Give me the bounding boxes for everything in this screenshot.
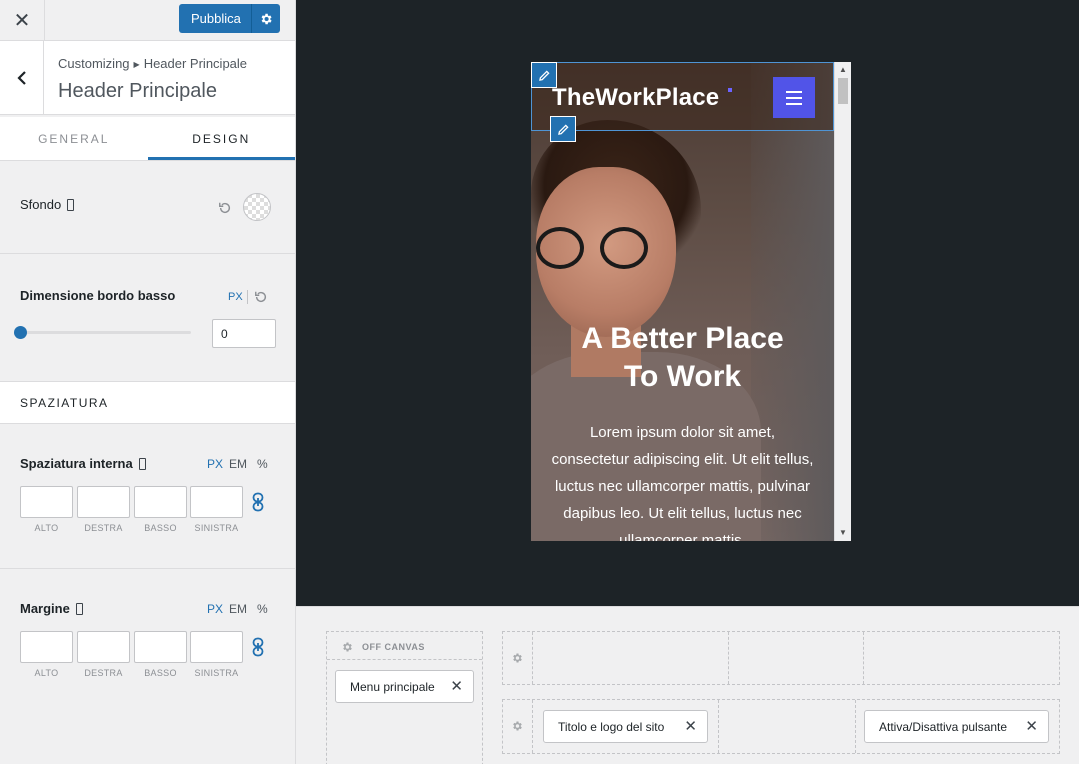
customizer-panel: ✕ Pubblica Customizing ▶ Header Principale… bbox=[0, 0, 296, 764]
remove-item-close-icon[interactable]: ✕ bbox=[450, 679, 463, 694]
padding-right-label: DESTRA bbox=[84, 523, 123, 533]
margin-unit-percent[interactable]: % bbox=[257, 602, 268, 616]
margin-unit-px[interactable]: PX bbox=[207, 602, 223, 616]
breadcrumb: Customizing ▶ Header Principale bbox=[58, 56, 247, 71]
border-slider-track[interactable] bbox=[20, 331, 191, 334]
margin-unit-em[interactable]: EM bbox=[229, 602, 247, 616]
hero-paragraph: Lorem ipsum dolor sit amet, consectetur … bbox=[551, 424, 814, 541]
edit-header-button[interactable] bbox=[531, 62, 557, 88]
preview-scrollbar[interactable]: ▲ ▼ bbox=[834, 62, 851, 541]
section-title: Header Principale bbox=[58, 80, 217, 102]
margin-right-label: DESTRA bbox=[84, 668, 123, 678]
mobile-device-icon[interactable] bbox=[67, 199, 75, 211]
builder-item-site-title-logo[interactable]: Titolo e logo del sito ✕ bbox=[543, 710, 708, 743]
padding-unit-px[interactable]: PX bbox=[207, 457, 223, 471]
close-customizer-button[interactable]: ✕ bbox=[0, 0, 45, 40]
padding-bottom-label: BASSO bbox=[144, 523, 177, 533]
builder-top-row bbox=[502, 631, 1060, 685]
margin-bottom-label: BASSO bbox=[144, 668, 177, 678]
publish-settings-button[interactable] bbox=[252, 12, 280, 26]
close-icon: ✕ bbox=[13, 9, 31, 32]
margin-top-input[interactable] bbox=[20, 631, 73, 663]
padding-top-label: ALTO bbox=[34, 523, 59, 533]
border-slider-handle[interactable] bbox=[14, 326, 27, 339]
mobile-device-icon[interactable] bbox=[138, 458, 146, 470]
offcanvas-settings-gear-icon[interactable] bbox=[341, 641, 353, 653]
padding-unit-em[interactable]: EM bbox=[229, 457, 247, 471]
margin-bottom-input[interactable] bbox=[134, 631, 187, 663]
link-values-icon[interactable] bbox=[252, 637, 264, 657]
main-row-settings-gear-icon[interactable] bbox=[511, 720, 523, 732]
scroll-down-icon[interactable]: ▼ bbox=[839, 528, 847, 537]
tab-general[interactable]: GENERAL bbox=[0, 117, 148, 160]
gear-icon bbox=[261, 13, 272, 24]
breadcrumb-current: Header Principale bbox=[143, 56, 248, 71]
edit-logo-button[interactable] bbox=[550, 116, 576, 142]
reset-icon[interactable] bbox=[218, 201, 232, 215]
spacing-section-title: SPAZIATURA bbox=[20, 396, 109, 410]
scroll-up-icon[interactable]: ▲ bbox=[839, 65, 847, 74]
pencil-icon bbox=[538, 69, 550, 81]
reset-icon[interactable] bbox=[254, 290, 268, 304]
margin-left-input[interactable] bbox=[190, 631, 243, 663]
margin-right-input[interactable] bbox=[77, 631, 130, 663]
site-logo[interactable]: TheWorkPlace bbox=[552, 84, 719, 112]
padding-left-input[interactable] bbox=[190, 486, 243, 518]
link-values-icon[interactable] bbox=[252, 492, 264, 512]
remove-item-close-icon[interactable]: ✕ bbox=[684, 719, 697, 734]
panel-tabs: GENERAL DESIGN bbox=[0, 117, 295, 161]
margin-control-label: Margine bbox=[20, 601, 83, 616]
padding-top-input[interactable] bbox=[20, 486, 73, 518]
mobile-device-icon[interactable] bbox=[75, 603, 83, 615]
background-control-label: Sfondo bbox=[20, 197, 75, 212]
section-titlebar: Customizing ▶ Header Principale Header Pri… bbox=[0, 41, 295, 115]
breadcrumb-root: Customizing bbox=[58, 56, 130, 71]
chevron-left-icon bbox=[16, 70, 26, 85]
padding-control-label: Spaziatura interna bbox=[20, 456, 146, 471]
pencil-icon bbox=[557, 123, 569, 135]
padding-left-label: SINISTRA bbox=[194, 523, 239, 533]
padding-bottom-input[interactable] bbox=[134, 486, 187, 518]
hero-heading: A Better Place To Work bbox=[581, 322, 784, 393]
builder-item-menu-principale[interactable]: Menu principale ✕ bbox=[335, 670, 474, 703]
menu-toggle-button[interactable] bbox=[773, 77, 815, 118]
border-unit-px[interactable]: PX bbox=[228, 291, 243, 303]
builder-item-toggle-button[interactable]: Attiva/Disattiva pulsante ✕ bbox=[864, 710, 1049, 743]
padding-right-input[interactable] bbox=[77, 486, 130, 518]
top-row-settings-gear-icon[interactable] bbox=[511, 652, 523, 664]
padding-unit-percent[interactable]: % bbox=[257, 457, 268, 471]
background-color-swatch[interactable] bbox=[243, 193, 271, 221]
border-value-input[interactable] bbox=[212, 319, 276, 348]
spacing-section-header: SPAZIATURA bbox=[0, 381, 295, 424]
customizer-topbar: ✕ Pubblica bbox=[0, 0, 295, 41]
remove-item-close-icon[interactable]: ✕ bbox=[1025, 719, 1038, 734]
breadcrumb-arrow-icon: ▶ bbox=[133, 60, 140, 69]
mobile-preview-frame[interactable]: TheWorkPlace A Better Place To Work Lore… bbox=[531, 62, 851, 541]
scroll-thumb[interactable] bbox=[838, 78, 848, 104]
site-header[interactable]: TheWorkPlace bbox=[531, 62, 834, 131]
tab-design[interactable]: DESIGN bbox=[147, 117, 295, 160]
border-bottom-label: Dimensione bordo basso bbox=[20, 288, 176, 303]
offcanvas-label: OFF CANVAS bbox=[362, 642, 425, 652]
margin-left-label: SINISTRA bbox=[194, 668, 239, 678]
margin-top-label: ALTO bbox=[34, 668, 59, 678]
publish-button[interactable]: Pubblica bbox=[179, 4, 280, 33]
publish-label: Pubblica bbox=[191, 11, 241, 26]
back-button[interactable] bbox=[0, 41, 44, 114]
